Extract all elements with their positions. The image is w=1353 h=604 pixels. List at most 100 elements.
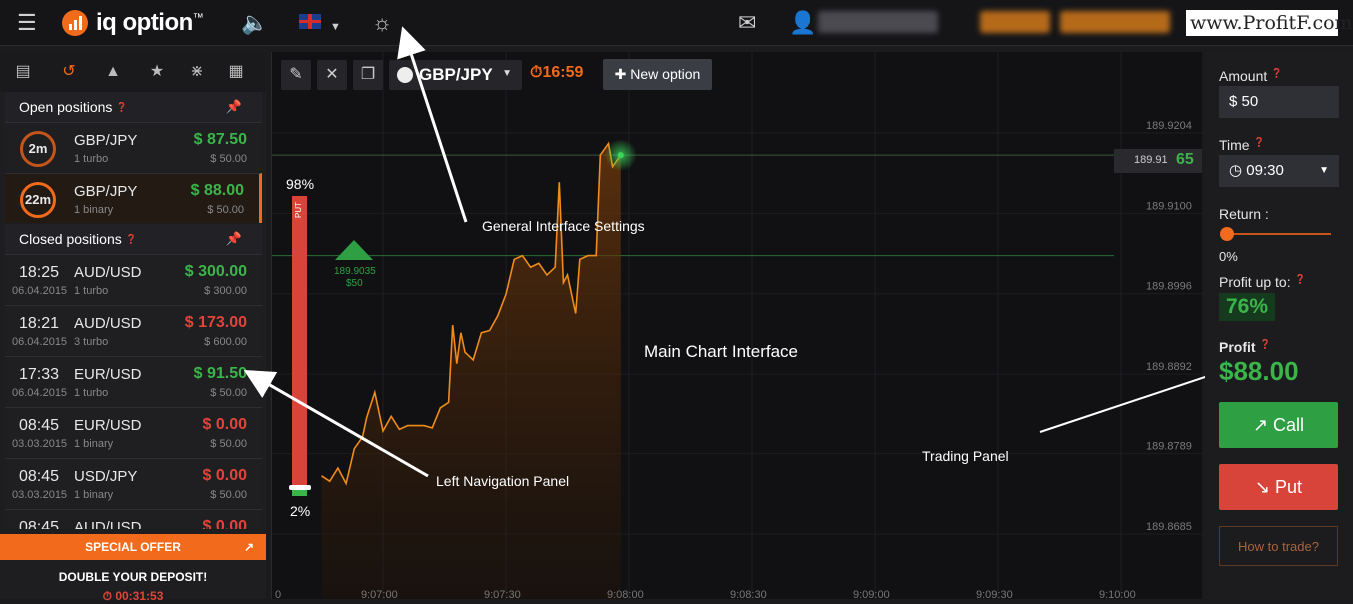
mail-icon[interactable]: ✉ [738,10,756,36]
position-time: 08:45 [19,519,60,529]
deal-price: 189.9035 [334,266,376,277]
position-amount: $ 300.00 [184,263,247,280]
tab-history-icon[interactable]: ↺ [55,60,83,84]
position-time: 18:25 [19,264,60,281]
profit-up-label: Profit up to: ❓ [1219,274,1306,290]
time-tick-label: 9:07:00 [361,589,398,599]
position-pair: GBP/JPY [74,132,138,149]
deal-amount: $50 [346,278,363,289]
tab-users-icon[interactable]: ★ [143,60,171,84]
blurred-username [818,11,938,33]
closed-position-row[interactable]: 18:21 06.04.2015 AUD/USD 3 turbo $ 173.0… [5,305,262,355]
help-icon[interactable]: ❓ [126,234,137,244]
special-offer-button[interactable]: SPECIAL OFFER ↗ [0,534,266,560]
return-value: 0% [1219,249,1238,264]
return-slider-track[interactable] [1227,233,1331,235]
closed-position-row[interactable]: 08:45 03.03.2015 USD/JPY 1 binary $ 0.00… [5,458,262,508]
globe-icon [397,67,413,83]
position-pair: EUR/USD [74,417,142,434]
uk-flag-icon[interactable] [299,14,321,29]
position-time: 18:21 [19,315,60,332]
pencil-icon[interactable]: ✎ [281,60,311,90]
tab-signal-icon[interactable]: ⋇ [183,60,211,84]
put-bar [292,196,307,492]
tab-chart-icon[interactable]: ▲ [99,60,127,84]
asset-label: GBP/JPY [419,65,493,84]
price-chart[interactable]: 9:07:00 9:07:30 9:08:00 9:08:30 9:09:00 9:09:… [272,52,1203,599]
position-investment: $ 50.00 [210,489,247,501]
asset-selector[interactable]: GBP/JPY ▼ [389,60,522,90]
position-type: 1 turbo [74,285,109,297]
timer-circle: 22m [20,182,56,218]
help-icon[interactable]: ❓ [116,102,127,112]
position-date: 06.04.2015 [12,336,68,348]
position-pair: AUD/USD [74,519,142,529]
position-pair: AUD/USD [74,315,142,332]
closed-position-row[interactable]: 08:45 03.03.2015 EUR/USD 1 binary $ 0.00… [5,407,262,457]
sound-icon[interactable]: 🔈 [241,10,268,36]
main-chart[interactable]: 9:07:00 9:07:30 9:08:00 9:08:30 9:09:00 9:09:… [271,52,1203,599]
ratio-handle[interactable] [289,485,311,490]
position-type: 1 binary [74,204,114,216]
price-area [321,143,621,599]
position-pair: USD/JPY [74,468,138,485]
tab-layout-icon[interactable]: ▤ [9,60,37,84]
closed-position-row[interactable]: 08:45 AUD/USD $ 0.00 [5,509,262,529]
position-date: 03.03.2015 [12,489,68,501]
tab-news-icon[interactable]: ▦ [222,60,250,84]
pin-icon[interactable]: 📌 [226,92,242,122]
profit-value: $88.00 [1219,356,1299,386]
closed-position-row[interactable]: 18:25 06.04.2015 AUD/USD 1 turbo $ 300.0… [5,254,262,304]
amount-input[interactable]: $ 50 [1219,86,1339,118]
closed-position-row[interactable]: 17:33 06.04.2015 EUR/USD 1 turbo $ 91.50… [5,356,262,406]
chevron-down-icon[interactable]: ▼ [330,14,341,40]
settings-brightness-icon[interactable]: ☼ [372,10,392,36]
position-investment: $ 50.00 [210,387,247,399]
open-position-row[interactable]: 22m GBP/JPY 1 binary $ 88.00 $ 50.00 [5,173,262,223]
new-option-button[interactable]: ✚ New option [603,59,712,90]
time-tick-label: 0 [275,589,281,599]
position-amount: $ 88.00 [190,182,244,199]
position-type: 1 turbo [74,153,109,165]
return-slider-knob[interactable] [1220,227,1234,241]
logo-icon [62,10,88,36]
position-type: 3 turbo [74,336,109,348]
timer-circle: 2m [20,131,56,167]
external-link-icon: ↗ [243,540,254,554]
position-date: 03.03.2015 [12,438,68,450]
position-type: 1 turbo [74,387,109,399]
put-percent-bottom: 2% [290,503,311,519]
put-button[interactable]: ↘ Put [1219,464,1338,510]
logo-text: iq option™ [96,9,204,36]
open-position-row[interactable]: 2m GBP/JPY 1 turbo $ 87.50 $ 50.00 [5,122,262,172]
call-button[interactable]: ↗ Call [1219,402,1338,448]
time-tick-label: 9:08:00 [607,589,644,599]
top-bar: ☰ iq option™ 🔈 ▼ ☼ ✉ 👤 www.ProfitF.com [0,0,1353,46]
time-select[interactable]: ◷ 09:30 ▼ [1219,155,1339,187]
position-time: 08:45 [19,417,60,434]
call-deal-marker[interactable] [335,240,373,260]
annotation-main-chart: Main Chart Interface [644,342,799,361]
position-investment: $ 50.00 [207,204,244,216]
expiry-timer: ⏱16:59 [530,64,584,81]
amount-label: Amount ❓ [1219,68,1283,84]
position-pair: AUD/USD [74,264,142,281]
price-tick-label: 189.9204 [1146,120,1192,132]
position-investment: $ 50.00 [210,153,247,165]
how-to-trade-button[interactable]: How to trade? [1219,526,1338,566]
current-point [617,152,624,159]
pin-icon[interactable]: 📌 [226,224,242,254]
current-price-tag: 189.91 65 [1114,149,1202,173]
copy-icon[interactable]: ❐ [353,60,383,90]
trading-panel: Amount ❓ $ 50 Time ❓ ◷ 09:30 ▼ Return : 0… [1205,52,1353,599]
hamburger-menu-icon[interactable]: ☰ [17,10,37,36]
chevron-down-icon: ▼ [502,68,512,79]
left-navigation-panel: ▤ ↺ ▲ ★ ⋇ ▦ Open positions ❓ 📌 2m GBP/JP… [0,52,266,603]
double-deposit-label: DOUBLE YOUR DEPOSIT! [58,570,208,584]
user-icon[interactable]: 👤 [789,10,816,36]
open-positions-header: Open positions ❓ 📌 [5,92,262,122]
position-amount: $ 0.00 [202,467,247,484]
profit-up-value: 76% [1219,293,1275,321]
close-icon[interactable]: ✕ [317,60,347,90]
put-bar-label: PUT [294,202,303,218]
